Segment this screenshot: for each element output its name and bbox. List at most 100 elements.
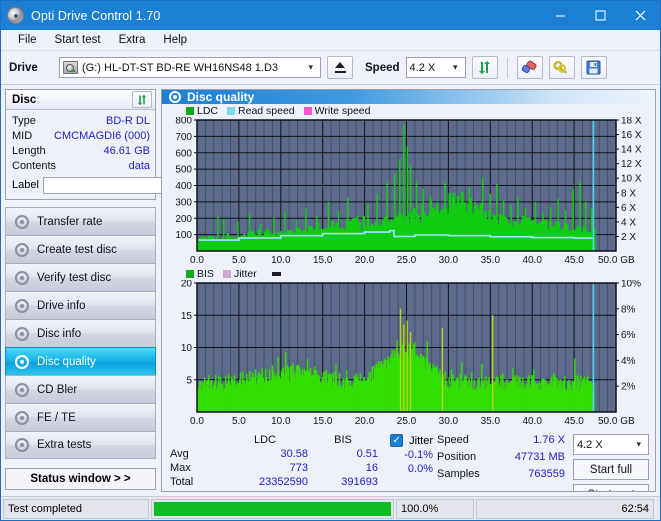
disc-icon (15, 410, 29, 425)
stats-row-label-total: Total (170, 476, 194, 488)
panel-header: Disc quality (162, 90, 655, 104)
disc-icon (15, 298, 29, 313)
stats-row-label-max: Max (170, 462, 191, 474)
sidebar-label: Transfer rate (37, 215, 103, 228)
disc-icon (15, 382, 29, 397)
svg-text:25.0: 25.0 (397, 255, 417, 266)
svg-text:10: 10 (181, 343, 193, 354)
disc-contents-value: data (128, 159, 150, 172)
svg-text:0.0: 0.0 (190, 416, 204, 427)
sidebar-label: CD Bler (37, 383, 78, 396)
sidebar-item-create-test-disc[interactable]: Create test disc (5, 235, 156, 263)
start-full-button[interactable]: Start full (573, 459, 649, 480)
svg-text:10.0: 10.0 (271, 416, 291, 427)
jitter-checkbox[interactable]: ✓ (390, 434, 404, 447)
legend-label-read-speed: Read speed (238, 105, 295, 117)
disc-label-row: Label (12, 175, 239, 195)
disc-type-label: Type (12, 114, 36, 127)
drive-icon (63, 61, 78, 74)
stats-total-bis: 391693 (341, 476, 378, 488)
svg-text:4%: 4% (621, 356, 636, 367)
disc-length-label: Length (12, 144, 46, 157)
legend-label-bis: BIS (197, 268, 214, 280)
progress-percent: 100.0% (396, 498, 474, 519)
close-icon[interactable] (620, 1, 660, 30)
ldc-chart: 100 200 300 400 500 600 700 800 2 X 4 X 6 X 8 X 10 X… (162, 117, 655, 267)
legend-swatch-ldc (186, 107, 194, 115)
jitter-column: ✓ Jitter -0.1% 0.0% (337, 434, 433, 475)
eject-button[interactable] (327, 56, 353, 79)
sidebar-item-drive-info[interactable]: Drive info (5, 291, 156, 319)
legend-swatch-write-speed (303, 107, 312, 115)
drive-label: Drive (9, 61, 38, 74)
app-window: Opti Drive Control 1.70 File Start test … (0, 0, 661, 521)
start-part-button[interactable]: Start part (573, 484, 649, 491)
svg-text:8 X: 8 X (621, 188, 636, 199)
svg-text:18 X: 18 X (621, 117, 642, 127)
legend-label-jitter: Jitter (233, 268, 257, 280)
main-content: Disc Type BD-R DL MID CMCMAGDI6 (000) Le… (1, 85, 660, 494)
test-speed-select[interactable]: 4.2 X ▾ (573, 434, 649, 455)
position-label: Position (437, 451, 477, 463)
keys-icon[interactable] (548, 56, 575, 79)
disc-icon (15, 242, 29, 257)
disc-panel-header: Disc (6, 90, 155, 110)
sidebar-label: Create test disc (37, 243, 117, 256)
save-icon[interactable] (580, 56, 607, 79)
disc-panel: Disc Type BD-R DL MID CMCMAGDI6 (000) Le… (5, 89, 239, 200)
legend-label-ldc: LDC (197, 105, 219, 117)
svg-text:400: 400 (175, 181, 192, 192)
svg-text:50.0 GB: 50.0 GB (598, 255, 635, 266)
maximize-icon[interactable] (580, 1, 620, 30)
legend-item-write-speed: Write speed (303, 105, 371, 117)
legend-swatch-read-speed (227, 107, 236, 115)
svg-text:45.0: 45.0 (564, 255, 584, 266)
svg-text:2 X: 2 X (621, 232, 636, 243)
svg-text:2%: 2% (621, 382, 636, 393)
disc-row-type: Type BD-R DL (12, 113, 150, 128)
svg-text:0.0: 0.0 (190, 255, 204, 266)
svg-text:4 X: 4 X (621, 217, 636, 228)
disc-icon (15, 438, 29, 452)
disc-type-value: BD-R DL (105, 114, 150, 127)
status-window-button[interactable]: Status window > > (5, 468, 156, 490)
svg-text:6%: 6% (621, 330, 636, 341)
menu-help[interactable]: Help (154, 32, 196, 48)
result-values: Speed 1.76 X Position 47731 MB Samples 7… (437, 434, 565, 491)
refresh-icon[interactable] (132, 91, 152, 108)
jitter-max-value: 0.0% (407, 463, 433, 475)
speed-select[interactable]: 4.2 X ▾ (405, 57, 466, 78)
speed-label: Speed (365, 61, 400, 74)
sidebar-item-cd-bler[interactable]: CD Bler (5, 375, 156, 403)
sidebar-item-verify-test-disc[interactable]: Verify test disc (5, 263, 156, 291)
minimize-icon[interactable] (540, 1, 580, 30)
menu-extra[interactable]: Extra (110, 32, 155, 48)
stats-max-ldc: 773 (289, 462, 308, 474)
sidebar-item-transfer-rate[interactable]: Transfer rate (5, 207, 156, 235)
sidebar-item-disc-quality[interactable]: Disc quality (5, 347, 156, 375)
sidebar-label: FE / TE (37, 411, 76, 424)
stats-avg-ldc: 30.58 (280, 448, 308, 460)
samples-value: 763559 (528, 468, 565, 480)
svg-text:5: 5 (186, 375, 192, 386)
svg-text:6 X: 6 X (621, 203, 636, 214)
svg-text:300: 300 (175, 197, 192, 208)
drive-select[interactable]: (G:) HL-DT-ST BD-RE WH16NS48 1.D3 ▾ (59, 57, 321, 78)
refresh-icon[interactable] (471, 56, 498, 79)
position-value: 47731 MB (514, 451, 565, 463)
svg-text:40.0: 40.0 (522, 255, 542, 266)
menu-file[interactable]: File (9, 32, 46, 48)
svg-text:8%: 8% (621, 304, 636, 315)
svg-text:30.0: 30.0 (439, 255, 459, 266)
menu-start-test[interactable]: Start test (46, 32, 110, 48)
scrollbar-thumb[interactable] (271, 272, 281, 276)
sidebar-label: Verify test disc (37, 271, 112, 284)
svg-text:10%: 10% (621, 280, 641, 290)
sidebar-item-disc-info[interactable]: Disc info (5, 319, 156, 347)
eraser-icon[interactable] (516, 56, 543, 79)
sidebar-item-extra-tests[interactable]: Extra tests (5, 431, 156, 459)
sidebar-item-fe-te[interactable]: FE / TE (5, 403, 156, 431)
svg-text:700: 700 (175, 132, 192, 143)
disc-row-mid: MID CMCMAGDI6 (000) (12, 128, 150, 143)
stats-corner (170, 434, 222, 446)
